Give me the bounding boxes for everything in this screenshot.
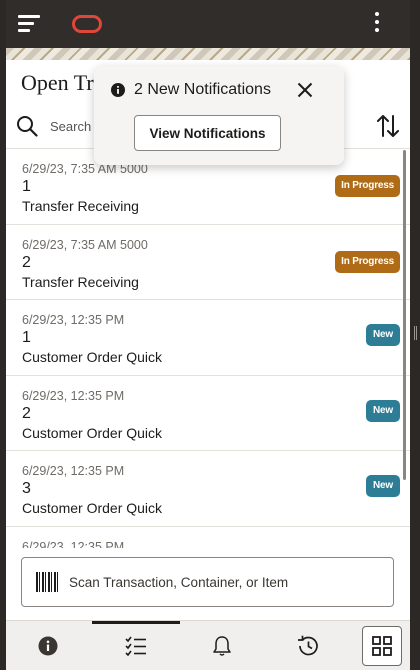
grid-icon [372, 636, 392, 656]
search-icon[interactable] [16, 115, 38, 137]
close-icon[interactable] [296, 81, 314, 99]
bottom-nav [6, 620, 410, 670]
transaction-type: Customer Order Quick [22, 500, 163, 516]
list-item[interactable]: 6/29/23, 12:35 PM 2 Customer Order Quick… [6, 376, 410, 451]
nav-history[interactable] [268, 621, 348, 670]
notification-popup: 2 New Notifications View Notifications [94, 66, 344, 165]
transaction-date: 6/29/23, 12:35 PM [22, 313, 125, 327]
transaction-type: Customer Order Quick [22, 424, 163, 441]
status-badge: In Progress [335, 175, 400, 197]
header-banner [6, 48, 410, 60]
scan-field[interactable]: Scan Transaction, Container, or Item [21, 557, 394, 607]
nav-apps-active [362, 626, 402, 666]
history-icon [298, 635, 318, 656]
list-item[interactable]: 6/29/23, 12:35 PM 1 Customer Order Quick… [6, 300, 410, 376]
status-badge: In Progress [335, 250, 400, 273]
nav-apps[interactable] [342, 621, 410, 670]
transaction-type: Customer Order Quick [22, 349, 163, 365]
nav-info[interactable] [8, 621, 88, 670]
transaction-date: 6/29/23, 12:35 PM [22, 464, 125, 478]
view-notifications-button[interactable]: View Notifications [134, 115, 281, 151]
task-list-icon [125, 636, 146, 656]
list-item[interactable]: 6/29/23, 7:35 AM 5000 2 Transfer Receivi… [6, 225, 410, 300]
app-window: Open Transactions 6/29/23, 7:35 AM 5000 … [6, 0, 410, 670]
transaction-number: 1 [22, 329, 31, 346]
info-icon [111, 83, 125, 97]
scan-area: Scan Transaction, Container, or Item [6, 548, 410, 620]
menu-icon[interactable] [18, 15, 40, 33]
transaction-type: Transfer Receiving [22, 198, 139, 214]
transaction-date: 6/29/23, 12:35 PM [22, 388, 125, 403]
status-badge: New [366, 399, 400, 422]
resize-handle[interactable] [414, 326, 417, 340]
nav-tasks[interactable] [96, 621, 176, 670]
list-item[interactable]: 6/29/23, 12:35 PM [6, 527, 410, 550]
transaction-type: Transfer Receiving [22, 273, 139, 290]
oracle-logo [72, 15, 102, 33]
nav-notifications[interactable] [182, 621, 262, 670]
transaction-number: 3 [22, 480, 31, 497]
status-badge: New [366, 475, 400, 497]
list-scrollbar[interactable] [403, 150, 406, 480]
transaction-list: 6/29/23, 7:35 AM 5000 1 Transfer Receivi… [6, 149, 410, 549]
sort-icon[interactable] [376, 113, 400, 139]
transaction-number: 2 [22, 404, 31, 422]
notification-message: 2 New Notifications [134, 81, 271, 98]
barcode-icon [36, 572, 58, 592]
bell-icon [213, 636, 231, 656]
scan-field-label: Scan Transaction, Container, or Item [69, 575, 289, 590]
top-bar [6, 0, 410, 48]
more-options-icon[interactable] [374, 12, 380, 36]
info-icon [38, 636, 58, 656]
status-badge: New [366, 324, 400, 346]
list-item[interactable]: 6/29/23, 12:35 PM 3 Customer Order Quick… [6, 451, 410, 527]
